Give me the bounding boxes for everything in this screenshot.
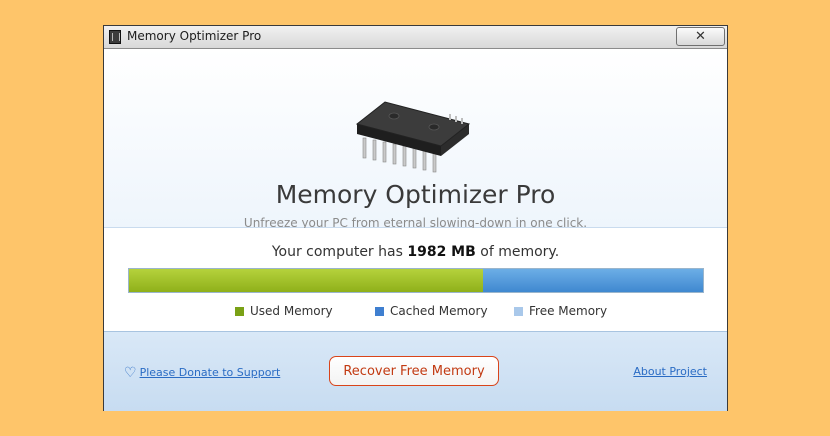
app-name-heading: Memory Optimizer Pro bbox=[275, 180, 556, 209]
legend-used: Used Memory bbox=[235, 304, 333, 318]
app-icon bbox=[109, 30, 121, 44]
cached-swatch bbox=[375, 307, 384, 316]
memory-panel: Your computer has 1982 MB of memory. Use… bbox=[104, 228, 727, 331]
donate-link[interactable]: ♡ Please Donate to Support bbox=[124, 365, 280, 381]
close-button[interactable]: ✕ bbox=[676, 27, 725, 46]
used-swatch bbox=[235, 307, 244, 316]
app-window: Memory Optimizer Pro ✕ Memory Optimizer … bbox=[103, 25, 728, 411]
hero-section: Memory Optimizer Pro Unfreeze your PC fr… bbox=[104, 49, 727, 230]
legend-used-label: Used Memory bbox=[250, 304, 333, 318]
used-memory-segment bbox=[129, 269, 484, 292]
cached-memory-segment bbox=[483, 269, 703, 292]
legend-free: Free Memory bbox=[514, 304, 607, 318]
memory-summary-suffix: of memory. bbox=[480, 244, 560, 260]
heart-icon: ♡ bbox=[124, 365, 137, 381]
free-swatch bbox=[514, 307, 523, 316]
footer-bar: ♡ Please Donate to Support Recover Free M… bbox=[104, 331, 727, 411]
legend-free-label: Free Memory bbox=[529, 304, 608, 318]
memory-summary-prefix: Your computer has bbox=[271, 244, 403, 260]
legend-cached: Cached Memory bbox=[375, 304, 488, 318]
memory-usage-bar bbox=[128, 268, 704, 293]
memory-summary: Your computer has 1982 MB of memory. bbox=[104, 244, 727, 260]
title-bar[interactable]: Memory Optimizer Pro ✕ bbox=[104, 26, 727, 49]
ram-chip-icon bbox=[355, 101, 471, 173]
about-project-link[interactable]: About Project bbox=[633, 365, 707, 378]
recover-memory-button[interactable]: Recover Free Memory bbox=[329, 356, 499, 386]
window-title: Memory Optimizer Pro bbox=[127, 29, 262, 43]
memory-total: 1982 MB bbox=[407, 244, 476, 260]
legend-cached-label: Cached Memory bbox=[390, 304, 488, 318]
donate-label: Please Donate to Support bbox=[139, 366, 281, 379]
